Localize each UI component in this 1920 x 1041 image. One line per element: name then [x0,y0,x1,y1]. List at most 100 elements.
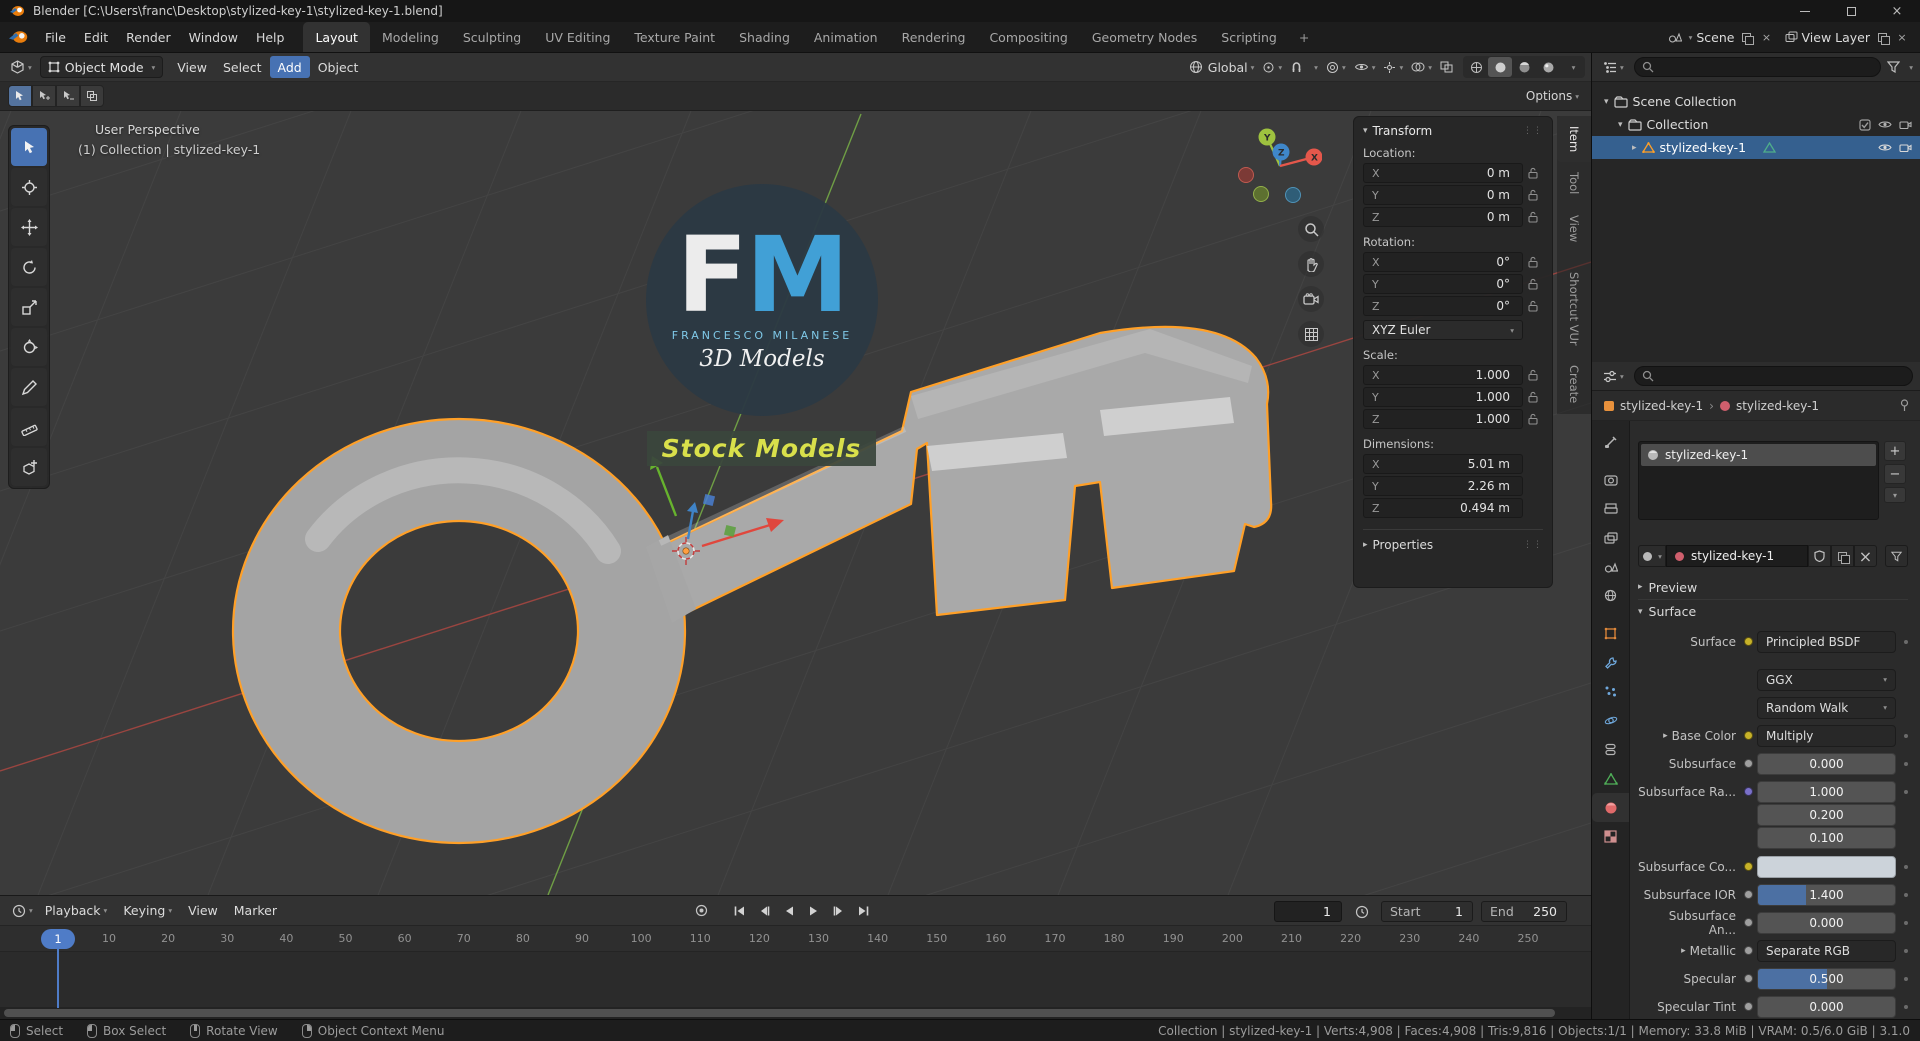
blender-logo-icon[interactable] [8,30,28,44]
outliner-editor-type-button[interactable]: ▾ [1599,56,1628,78]
properties-search-input[interactable] [1633,366,1913,386]
workspace-tab-layout[interactable]: Layout [303,22,370,52]
shading-material-button[interactable] [1512,57,1536,77]
expand-arrow-icon[interactable]: ▸ [1632,143,1637,153]
specular-slider[interactable]: 0.500 [1757,967,1896,990]
scale-y-field[interactable]: Y 1.000 [1363,387,1523,407]
menu-window[interactable]: Window [180,22,247,52]
fake-user-button[interactable] [1808,545,1831,567]
pan-button[interactable] [1298,251,1324,277]
scale-z-field[interactable]: Z 1.000 [1363,409,1523,429]
visibility-dropdown[interactable]: ▾ [1350,56,1380,78]
play-button[interactable] [802,899,825,922]
material-slot-item[interactable]: stylized-key-1 [1641,444,1876,466]
subsurface-slider[interactable]: 0.000 [1757,752,1896,775]
view-layer-new-button[interactable] [1874,29,1890,45]
viewport-3d[interactable]: User Perspective (1) Collection | styliz… [0,111,1591,895]
tab-object[interactable] [1592,619,1629,648]
lock-icon[interactable] [1523,256,1543,268]
lock-icon[interactable] [1523,391,1543,403]
timeline-menu-marker[interactable]: Marker [226,900,285,922]
jump-end-button[interactable] [852,899,875,922]
timeline-track-area[interactable] [0,952,1591,1007]
shading-solid-button[interactable] [1488,57,1512,77]
subsurface-radius-z-field[interactable]: 0.100 [1757,827,1896,849]
workspace-tab-rendering[interactable]: Rendering [890,22,978,52]
lock-icon[interactable] [1523,167,1543,179]
tool-rotate[interactable] [11,248,47,286]
camera-visibility-icon[interactable] [1899,142,1912,153]
timeline-ruler[interactable]: 10 20 30 40 50 60 70 80 90 100 110 120 130 140 150 160 1… [0,926,1591,952]
play-reverse-button[interactable] [777,899,800,922]
shading-rendered-button[interactable] [1536,57,1560,77]
workspace-tab-compositing[interactable]: Compositing [977,22,1079,52]
dimensions-y-field[interactable]: Y 2.26 m [1363,476,1523,496]
outliner-row-collection[interactable]: ▾ Collection [1592,113,1920,136]
eye-icon[interactable] [1878,142,1892,153]
remove-slot-button[interactable]: − [1884,464,1906,484]
overlays-dropdown[interactable]: ▾ [1407,56,1436,78]
close-button[interactable]: × [1874,0,1920,22]
metallic-link-button[interactable]: Separate RGB [1757,939,1896,962]
workspace-tab-sculpting[interactable]: Sculpting [451,22,533,52]
outliner-search-input[interactable] [1633,57,1882,77]
current-frame-field[interactable]: 1 [1274,901,1342,922]
outliner-row-stylized-key[interactable]: ▸ stylized-key-1 [1592,136,1920,159]
add-slot-button[interactable]: + [1884,441,1906,461]
playhead-line[interactable] [57,949,59,1008]
tool-cursor[interactable] [11,168,47,206]
panel-grip-icon[interactable]: ⋮⋮ [1523,126,1543,136]
pivot-point-selector[interactable]: ▾ [1258,56,1286,78]
lock-icon[interactable] [1523,413,1543,425]
start-frame-field[interactable]: Start 1 [1381,901,1473,922]
tool-select-box[interactable] [11,128,47,166]
properties-editor-type-button[interactable]: ▾ [1599,365,1628,387]
scale-x-field[interactable]: X 1.000 [1363,365,1523,385]
pin-icon[interactable] [1899,399,1910,412]
tool-add-cube[interactable] [11,448,47,486]
rotation-y-field[interactable]: Y 0° [1363,274,1523,294]
view-layer-remove-button[interactable]: × [1894,29,1910,45]
shading-wireframe-button[interactable] [1464,57,1488,77]
collapse-arrow-icon[interactable]: ▾ [1363,126,1368,136]
menu-help[interactable]: Help [247,22,294,52]
subsurface-radius-y-field[interactable]: 0.200 [1757,804,1896,826]
breadcrumb-material[interactable]: stylized-key-1 [1736,399,1819,413]
timeline-editor-type-button[interactable]: ▾ [8,900,37,922]
tab-world[interactable] [1592,581,1629,610]
expand-arrow-icon[interactable]: ▾ [1604,97,1609,107]
viewport-menu-select[interactable]: Select [215,56,270,78]
expand-arrow-icon[interactable]: ▸ [1681,946,1686,956]
distribution-dropdown[interactable]: GGX ▾ [1757,668,1896,691]
shading-dropdown[interactable]: ▾ [1560,57,1584,77]
unlink-material-button[interactable]: × [1854,545,1877,567]
shader-link-button[interactable]: Principled BSDF [1757,630,1896,653]
new-material-button[interactable] [1831,545,1854,567]
transform-orientation-selector[interactable]: Global ▾ [1185,56,1259,78]
add-workspace-button[interactable]: + [1289,22,1319,52]
tab-particles[interactable] [1592,677,1629,706]
eye-icon[interactable] [1878,119,1892,130]
filter-icon[interactable] [1887,61,1901,73]
rotation-z-field[interactable]: Z 0° [1363,296,1523,316]
snap-toggle[interactable] [1286,56,1307,78]
properties-subpanel[interactable]: ▸ Properties ⋮⋮ [1363,529,1543,552]
tool-annotate[interactable] [11,368,47,406]
timeline-menu-playback[interactable]: Playback ▾ [37,900,116,922]
view-layer-name[interactable]: View Layer [1802,30,1871,45]
end-frame-field[interactable]: End 250 [1481,901,1567,922]
workspace-tab-shading[interactable]: Shading [727,22,802,52]
sidebar-tab-tool[interactable]: Tool [1557,162,1591,204]
auto-keying-toggle[interactable] [690,899,713,922]
scene-icon[interactable] [1668,31,1682,43]
tool-transform[interactable] [11,328,47,366]
subsurface-radius-x-field[interactable]: 1.000 [1757,780,1896,803]
scene-new-button[interactable] [1739,29,1755,45]
scene-browse-arrow-icon[interactable]: ▾ [1689,33,1693,42]
proportional-editing-toggle[interactable]: ▾ [1322,56,1350,78]
lock-icon[interactable] [1523,211,1543,223]
tab-tool[interactable] [1592,427,1629,456]
jump-start-button[interactable] [727,899,750,922]
xray-toggle[interactable] [1436,56,1457,78]
location-z-field[interactable]: Z0 m [1363,207,1523,227]
